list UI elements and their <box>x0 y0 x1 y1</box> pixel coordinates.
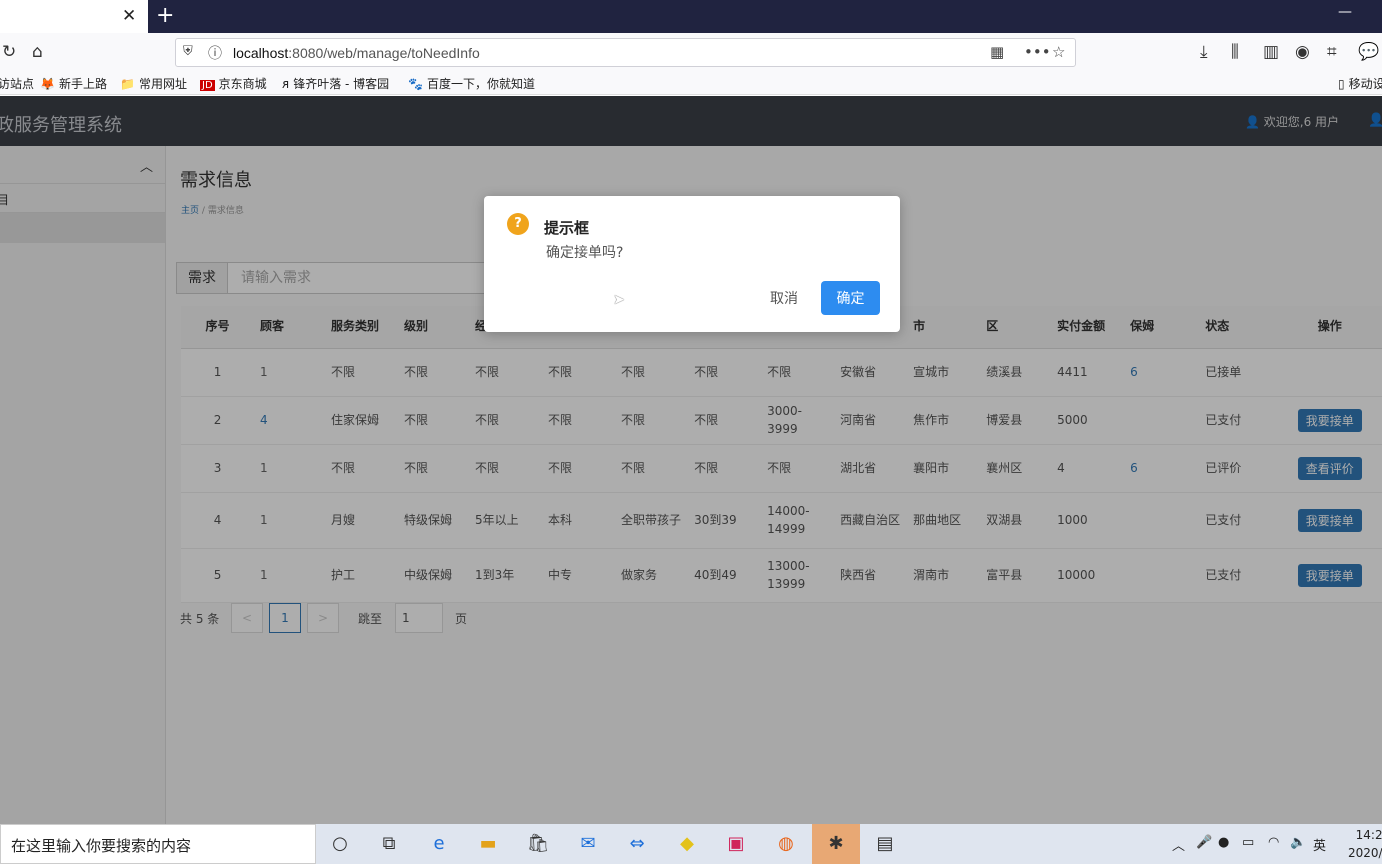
intellij-icon[interactable]: ▣ <box>723 831 749 857</box>
cancel-button[interactable]: 取消 <box>754 282 814 314</box>
bookmark-item[interactable]: 🐾 百度一下，你就知道 <box>408 75 535 92</box>
windows-taskbar: 在这里输入你要搜索的内容 ○ ⧉ e ▬ 🛍 ✉ ⇔ ◆ ▣ ◍ ✱ ▤ ︿ 🎤… <box>0 824 1382 864</box>
tray-expand-icon[interactable]: ︿ <box>1172 835 1185 854</box>
url-host: localhost <box>233 45 289 61</box>
jd-icon: JD <box>200 80 215 91</box>
bookmark-item[interactable]: 访站点 <box>0 75 34 92</box>
qr-code-icon[interactable]: ▦ <box>990 43 1004 61</box>
sidebar-toggle-icon[interactable]: ▥ <box>1263 42 1279 62</box>
bookmark-item[interactable]: ▯ 移动设 <box>1338 75 1382 92</box>
file-explorer-icon[interactable]: ▬ <box>475 831 501 857</box>
bookmark-label: 新手上路 <box>58 77 107 91</box>
bookmark-item[interactable]: JD 京东商城 <box>200 75 267 92</box>
firefox-taskbar-icon[interactable]: ◍ <box>773 831 799 857</box>
browser-tab-strip: ✕ + — <box>0 0 1382 33</box>
url-path: :8080/web/manage/toNeedInfo <box>288 45 480 61</box>
mouse-cursor-icon: ➤ <box>613 292 625 308</box>
tray-app-icon[interactable]: ● <box>1218 835 1229 850</box>
reload-icon[interactable]: ↻ <box>2 42 16 62</box>
wifi-icon[interactable]: ◠ <box>1268 835 1279 850</box>
browser-tab[interactable]: ✕ <box>0 0 148 33</box>
battery-icon[interactable]: ▭ <box>1242 835 1254 850</box>
sticky-app-icon[interactable]: ◆ <box>674 831 700 857</box>
task-view-icon[interactable]: ⧉ <box>376 831 402 857</box>
bookmark-label: 京东商城 <box>218 77 267 91</box>
mobile-icon: ▯ <box>1338 77 1345 91</box>
taskbar-search[interactable]: 在这里输入你要搜索的内容 <box>0 824 316 864</box>
bookmark-item[interactable]: ᴙ 锋齐叶落 - 博客园 <box>282 75 389 92</box>
bookmark-star-icon[interactable]: ☆ <box>1052 43 1065 61</box>
folder-icon: 📁 <box>120 77 135 91</box>
teamviewer-icon[interactable]: ⇔ <box>624 831 650 857</box>
new-tab-icon[interactable]: + <box>156 3 174 28</box>
info-icon[interactable]: ⓘ <box>208 43 222 63</box>
cortana-icon[interactable]: ○ <box>327 831 353 857</box>
baidu-icon: 🐾 <box>408 77 423 91</box>
mail-icon[interactable]: ✉ <box>575 831 601 857</box>
bookmark-label: 百度一下，你就知道 <box>426 77 535 91</box>
ime-indicator[interactable]: 英 <box>1313 835 1326 854</box>
bookmark-item[interactable]: 📁 常用网址 <box>120 75 187 92</box>
screenshot-icon[interactable]: ⌗ <box>1327 42 1337 62</box>
microphone-icon[interactable]: 🎤 <box>1196 835 1212 850</box>
more-icon[interactable]: ••• <box>1024 43 1051 61</box>
bookmarks-toolbar: 访站点 🦊 新手上路 📁 常用网址 JD 京东商城 ᴙ 锋齐叶落 - 博客园 🐾 百度一下… <box>0 72 1382 95</box>
active-app-icon[interactable]: ✱ <box>823 831 849 857</box>
bookmark-label: 常用网址 <box>138 77 187 91</box>
volume-icon[interactable]: 🔈 <box>1290 835 1306 850</box>
bookmark-label: 访站点 <box>0 77 35 91</box>
bookmark-label: 移动设 <box>1348 77 1382 91</box>
confirm-dialog: ? 提示框 确定接单吗? 取消 确定 <box>484 196 900 332</box>
address-bar[interactable]: ⛨ ⓘ localhost:8080/web/manage/toNeedInfo… <box>175 38 1076 67</box>
tab-close-icon[interactable]: ✕ <box>122 6 136 26</box>
confirm-button[interactable]: 确定 <box>821 281 880 315</box>
store-icon[interactable]: 🛍 <box>525 831 551 857</box>
shield-icon[interactable]: ⛨ <box>183 44 193 59</box>
browser-navbar: ↻ ⌂ ⛨ ⓘ localhost:8080/web/manage/toNeed… <box>0 33 1382 72</box>
bookmark-label: 锋齐叶落 - 博客园 <box>293 77 390 91</box>
dialog-title: 提示框 <box>544 219 590 237</box>
firefox-icon: 🦊 <box>40 77 55 91</box>
clock-time: 14:26 <box>1355 828 1382 842</box>
url-text[interactable]: localhost:8080/web/manage/toNeedInfo <box>233 45 480 61</box>
library-icon[interactable]: ⫼ <box>1231 42 1239 62</box>
question-icon: ? <box>507 213 529 235</box>
download-icon[interactable]: ⤓ <box>1200 42 1208 62</box>
minimize-icon[interactable]: — <box>1338 4 1352 20</box>
cnblogs-icon: ᴙ <box>282 77 290 91</box>
app-window-icon[interactable]: ▤ <box>872 831 898 857</box>
clock-date: 2020/4 <box>1348 846 1382 860</box>
edge-icon[interactable]: e <box>426 831 452 857</box>
chat-icon[interactable]: 💬 <box>1358 42 1379 62</box>
taskbar-search-text: 在这里输入你要搜索的内容 <box>11 837 192 855</box>
account-icon[interactable]: ◉ <box>1295 42 1310 62</box>
clock[interactable]: 14:26 2020/4 <box>1348 826 1382 862</box>
dialog-message: 确定接单吗? <box>546 245 624 261</box>
home-icon[interactable]: ⌂ <box>32 42 43 62</box>
bookmark-item[interactable]: 🦊 新手上路 <box>40 75 107 92</box>
